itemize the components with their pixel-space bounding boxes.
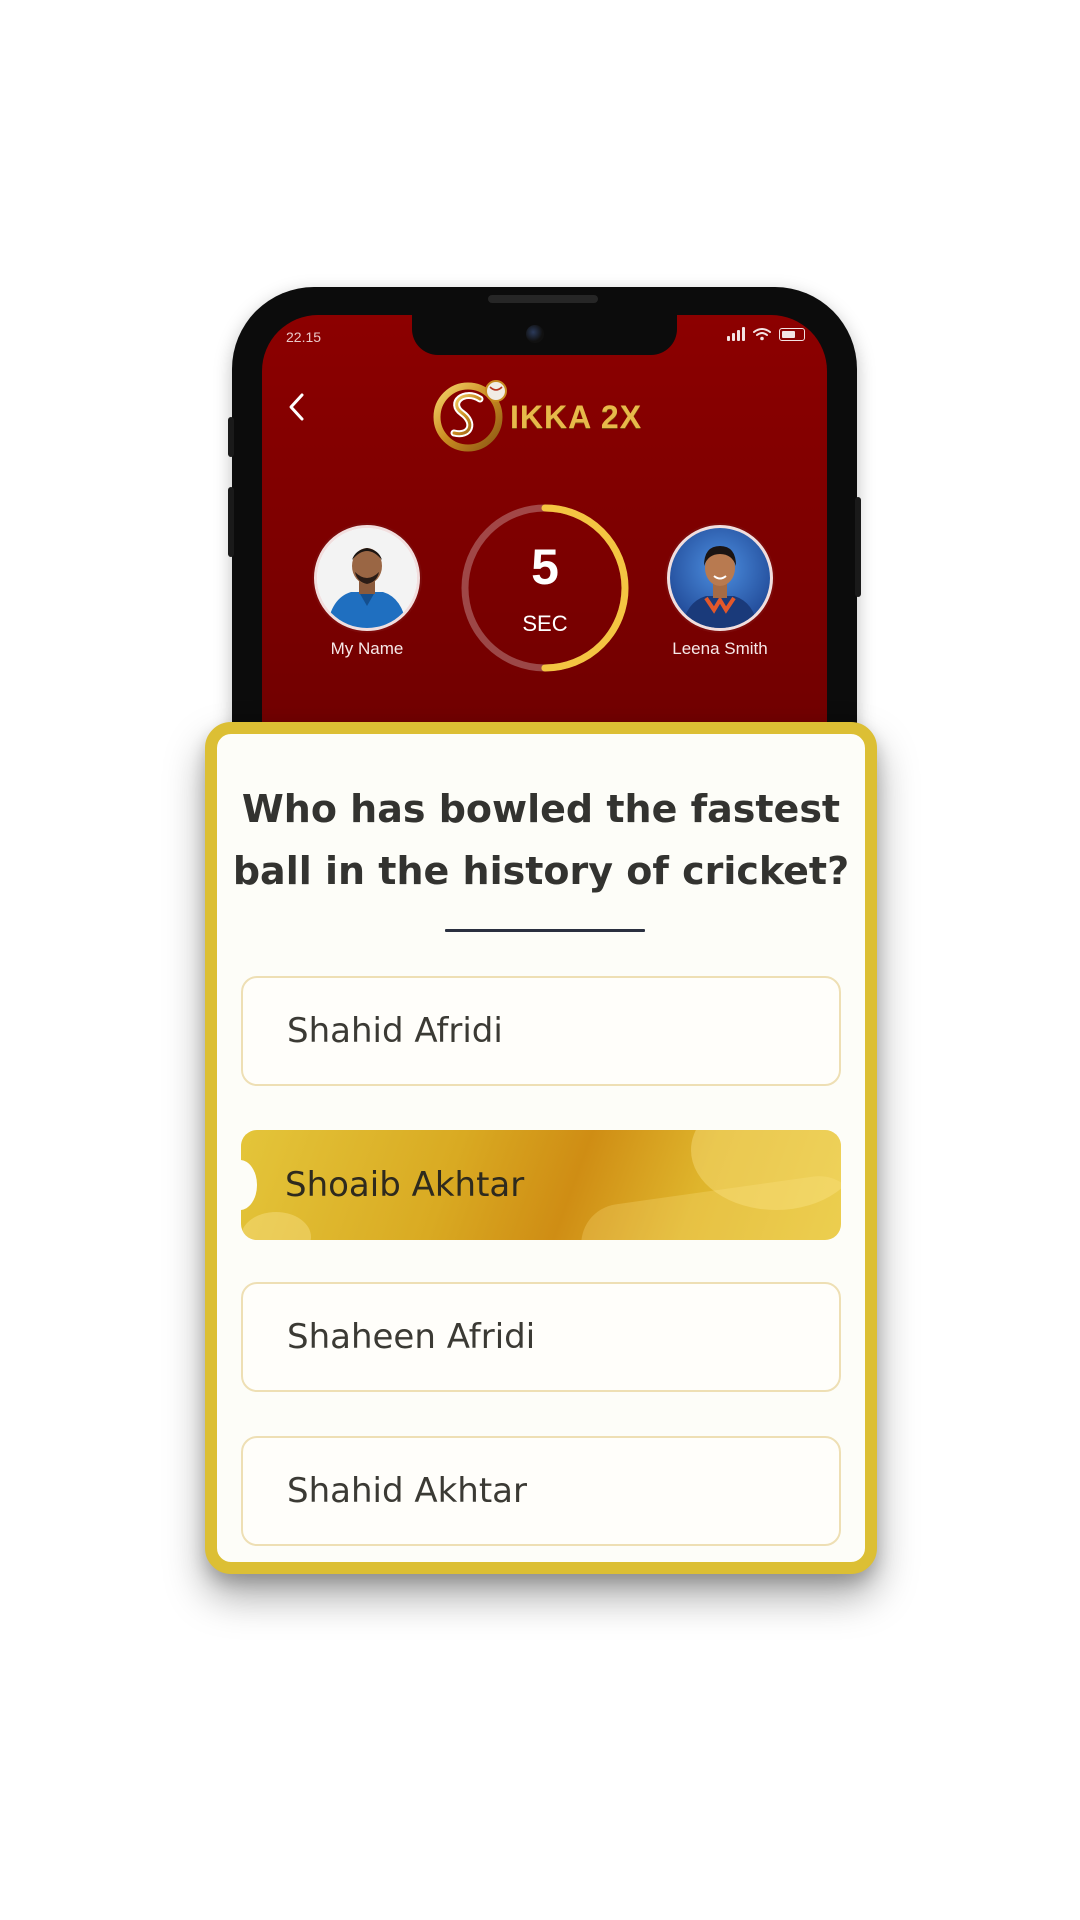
- player-opponent: Leena Smith: [645, 525, 795, 659]
- phone-speaker: [488, 295, 598, 303]
- phone-volume-button: [228, 487, 234, 557]
- player-name: My Name: [330, 639, 404, 658]
- logo-coin-icon: [433, 380, 507, 452]
- option-highlight-decoration: [241, 1212, 311, 1240]
- question-text: Who has bowled the fastest ball in the h…: [232, 787, 850, 893]
- avatar: [667, 525, 773, 631]
- wifi-icon: [753, 328, 771, 341]
- front-camera-icon: [526, 325, 544, 343]
- status-icons: [727, 327, 805, 341]
- player-me: My Name: [292, 525, 442, 659]
- option-notch: [241, 1160, 257, 1210]
- answer-option[interactable]: Shahid Akhtar: [241, 1436, 841, 1546]
- answer-option-label: Shoaib Akhtar: [285, 1165, 525, 1205]
- answer-option[interactable]: Shaheen Afridi: [241, 1282, 841, 1392]
- player-avatar-icon: [317, 528, 417, 628]
- status-time: 22.15: [286, 329, 322, 345]
- answer-option-label: Shahid Afridi: [287, 1011, 503, 1051]
- opponent-avatar-icon: [670, 528, 770, 628]
- signal-icon: [727, 327, 745, 341]
- back-button[interactable]: [280, 387, 314, 427]
- answer-option-label: Shaheen Afridi: [287, 1317, 536, 1357]
- phone-mute-switch: [228, 417, 234, 457]
- question-divider: [445, 929, 645, 932]
- quiz-card: Who has bowled the fastest ball in the h…: [205, 722, 877, 1574]
- countdown-timer: 5 SEC: [457, 500, 633, 676]
- answer-option-selected[interactable]: Shoaib Akhtar: [241, 1130, 841, 1240]
- timer-value: 5: [531, 539, 559, 595]
- player-name: Leena Smith: [672, 639, 768, 658]
- back-chevron-icon: [289, 393, 304, 421]
- phone-power-button: [855, 497, 861, 597]
- battery-icon: [779, 327, 805, 341]
- logo-text: IKKA 2X: [510, 399, 643, 435]
- avatar: [314, 525, 420, 631]
- app-logo: IKKA 2X: [430, 375, 660, 455]
- phone-notch: [412, 315, 677, 355]
- timer-unit: SEC: [522, 611, 568, 636]
- stage: 22.15 IKKA 2X My Name Leena Smith 5 SEC …: [0, 0, 1080, 1920]
- answer-option-label: Shahid Akhtar: [287, 1471, 527, 1511]
- answer-option[interactable]: Shahid Afridi: [241, 976, 841, 1086]
